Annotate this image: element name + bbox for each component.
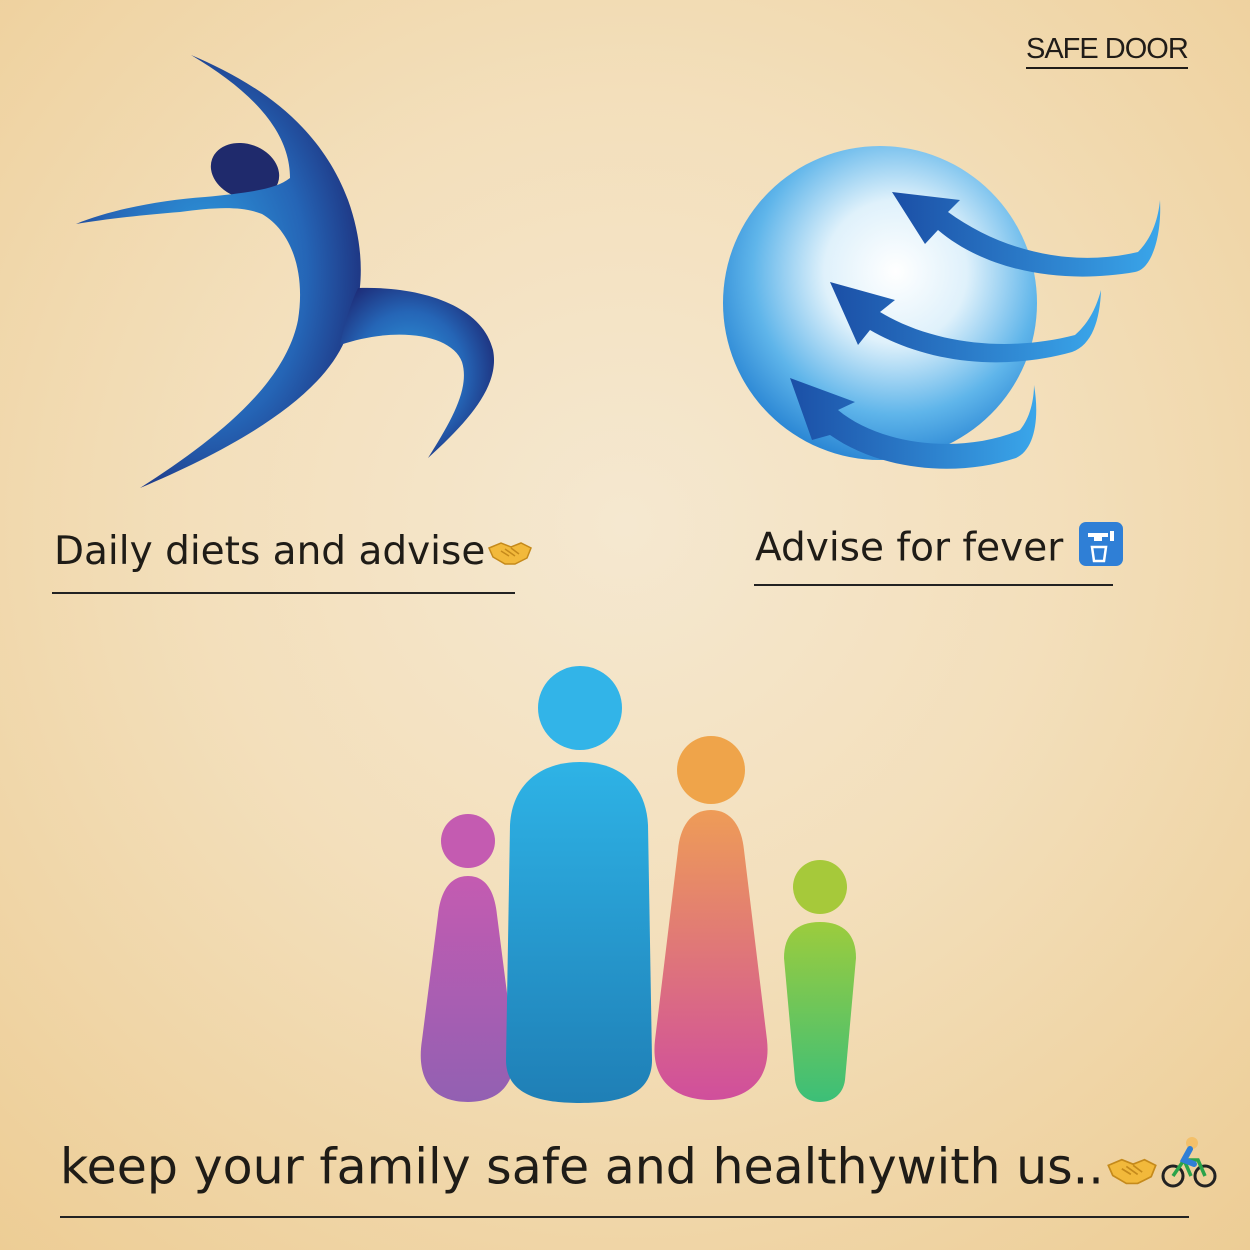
- family-father-head: [538, 666, 622, 750]
- family-child-right-head: [793, 860, 847, 914]
- family-child-left-head: [441, 814, 495, 868]
- family-child-left-body: [420, 876, 515, 1102]
- fitness-figure-illustration: [76, 55, 1161, 1103]
- family-father-body: [506, 762, 652, 1103]
- feature-caption-fever-text: Advise for fever: [755, 525, 1076, 571]
- handshake-icon: [1106, 1140, 1158, 1200]
- family-mother-head: [677, 736, 745, 804]
- family-child-right-body: [784, 922, 856, 1102]
- figure-leg: [340, 287, 495, 458]
- footer-tagline: keep your family safe and healthywith us…: [60, 1136, 1218, 1204]
- figure-body: [76, 55, 361, 488]
- family-mother-body: [654, 810, 768, 1100]
- footer-tagline-text: keep your family safe and healthywith us…: [60, 1138, 1104, 1196]
- bicyclist-icon: [1160, 1136, 1218, 1204]
- feature-caption-diets-underline: [52, 592, 515, 594]
- poster: SAFE DOOR Daily diets and advise Advise …: [0, 0, 1250, 1250]
- feature-caption-fever: Advise for fever: [755, 521, 1124, 579]
- feature-caption-fever-underline: [754, 584, 1113, 586]
- footer-tagline-underline: [60, 1216, 1189, 1218]
- handshake-icon: [487, 530, 533, 578]
- feature-caption-diets: Daily diets and advise: [54, 528, 533, 578]
- potable-water-icon: [1078, 521, 1124, 579]
- family-illustration: [420, 666, 856, 1103]
- feature-caption-diets-text: Daily diets and advise: [54, 529, 486, 574]
